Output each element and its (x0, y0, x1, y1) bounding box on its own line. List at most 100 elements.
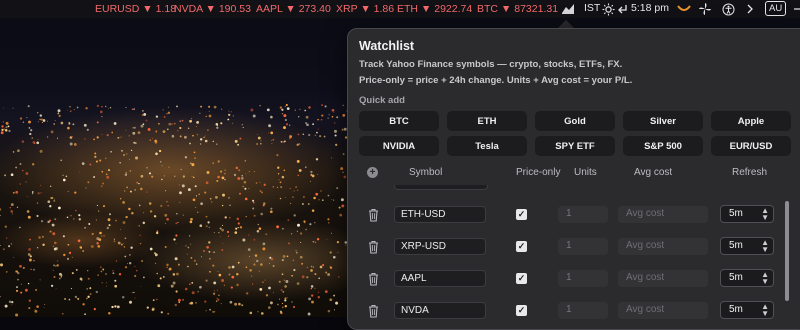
ticker-eurusd[interactable]: EURUSD ▼ 1.18 (95, 3, 176, 15)
city-light-dot (220, 122, 223, 125)
city-light-dot (106, 134, 109, 137)
city-light-dot (281, 302, 284, 305)
refresh-select[interactable]: 5m ▲ ▼ (720, 205, 774, 223)
city-light-dot (244, 160, 247, 162)
quick-add-nvidia-button[interactable]: NVIDIA (359, 136, 439, 156)
city-light-dot (280, 311, 283, 315)
city-light-dot (168, 267, 172, 271)
price-only-checkbox[interactable]: ✓ (516, 305, 527, 316)
return-arrow-icon[interactable] (615, 1, 631, 17)
city-light-dot (68, 298, 71, 301)
ticker-xrp[interactable]: XRP ▼ 1.86 (336, 3, 394, 15)
city-light-dot (300, 232, 303, 235)
price-only-checkbox[interactable]: ✓ (516, 273, 527, 284)
quick-add-sp500-button[interactable]: S&P 500 (623, 136, 703, 156)
city-light-dot (155, 115, 159, 118)
weather-sun-icon[interactable] (600, 1, 616, 17)
price-only-checkbox[interactable]: ✓ (516, 209, 527, 220)
avg-cost-input[interactable]: Avg cost (618, 302, 708, 319)
city-light-dot (11, 213, 13, 215)
add-row-icon[interactable]: + (367, 167, 378, 178)
refresh-select[interactable]: 5m ▲ ▼ (720, 237, 774, 255)
table-scrollbar[interactable] (785, 201, 789, 301)
quick-add-btc-button[interactable]: BTC (359, 111, 439, 131)
trash-icon[interactable] (368, 208, 379, 222)
quick-add-gold-button[interactable]: Gold (535, 111, 615, 131)
city-light-dot (296, 282, 300, 285)
timezone-label[interactable]: IST (584, 2, 600, 14)
units-input[interactable]: 1 (558, 238, 608, 255)
city-light-dot (252, 207, 255, 210)
symbol-input[interactable]: ETH-USD (394, 206, 486, 223)
city-light-dot (316, 237, 320, 241)
quick-add-spy-etf-button[interactable]: SPY ETF (535, 136, 615, 156)
quick-add-tesla-button[interactable]: Tesla (447, 136, 527, 156)
city-light-dot (220, 108, 223, 110)
quick-add-eth-button[interactable]: ETH (447, 111, 527, 131)
city-light-dot (342, 153, 345, 156)
trash-icon[interactable] (368, 272, 379, 286)
city-light-dot (265, 233, 268, 236)
overflow-icon[interactable] (790, 1, 800, 17)
quick-add-apple-button[interactable]: Apple (711, 111, 791, 131)
clock-time[interactable]: 5:18 pm (631, 2, 669, 14)
city-light-dot (318, 199, 320, 201)
symbol-input[interactable]: AAPL (394, 270, 486, 287)
symbol-input[interactable]: NVDA (394, 302, 486, 319)
city-light-dot (281, 108, 284, 111)
units-input[interactable]: 1 (558, 206, 608, 223)
city-light-dot (221, 228, 224, 232)
city-light-dot (130, 246, 133, 249)
trash-icon[interactable] (368, 240, 379, 254)
city-light-dot (300, 242, 302, 243)
city-light-dot (328, 222, 330, 224)
ticker-aapl[interactable]: AAPL ▼ 273.40 (256, 3, 331, 15)
city-light-dot (111, 131, 114, 134)
city-light-dot (162, 130, 166, 133)
avg-cost-input[interactable]: Avg cost (618, 238, 708, 255)
city-light-dot (254, 254, 258, 257)
units-input[interactable]: 1 (558, 302, 608, 319)
city-light-dot (218, 273, 222, 277)
city-light-dot (158, 122, 160, 125)
city-light-dot (39, 149, 43, 153)
city-light-dot (317, 173, 319, 175)
city-light-dot (241, 304, 244, 307)
symbol-input[interactable]: XRP-USD (394, 238, 486, 255)
app-icon-orange[interactable] (676, 1, 692, 17)
city-light-dot (112, 270, 114, 272)
ticker-eth[interactable]: ETH ▼ 2922.74 (397, 3, 472, 15)
stocks-tray-icon[interactable] (560, 1, 576, 17)
city-light-dot (102, 205, 106, 208)
accessibility-icon[interactable] (720, 1, 736, 17)
city-light-dot (185, 245, 187, 247)
refresh-select[interactable]: 5m ▲ ▼ (720, 301, 774, 319)
chevron-right-icon[interactable] (742, 1, 758, 17)
quick-add-silver-button[interactable]: Silver (623, 111, 703, 131)
pinwheel-icon[interactable] (697, 1, 713, 17)
trash-icon[interactable] (368, 304, 379, 318)
city-light-dot (306, 276, 309, 279)
city-light-dot (309, 223, 312, 226)
quick-add-eurusd-button[interactable]: EUR/USD (711, 136, 791, 156)
city-light-dot (283, 114, 287, 118)
avg-cost-input[interactable]: Avg cost (618, 206, 708, 223)
refresh-select[interactable]: 5m ▲ ▼ (720, 269, 774, 287)
city-light-dot (82, 303, 85, 306)
input-source-badge[interactable]: AU (765, 1, 787, 16)
city-light-dot (205, 225, 208, 228)
units-input[interactable]: 1 (558, 270, 608, 287)
city-light-dot (228, 273, 231, 276)
city-light-dot (93, 175, 96, 179)
city-light-dot (36, 214, 39, 218)
city-light-dot (240, 177, 244, 180)
ticker-nvda[interactable]: NVDA ▼ 190.53 (174, 3, 251, 15)
ticker-btc[interactable]: BTC ▼ 87321.31 (477, 3, 558, 15)
avg-cost-input[interactable]: Avg cost (618, 270, 708, 287)
price-only-checkbox[interactable]: ✓ (516, 241, 527, 252)
city-light-dot (25, 172, 29, 175)
city-light-dot (313, 196, 316, 200)
city-light-dot (232, 115, 234, 117)
city-light-dot (124, 190, 126, 192)
city-light-dot (239, 192, 241, 195)
